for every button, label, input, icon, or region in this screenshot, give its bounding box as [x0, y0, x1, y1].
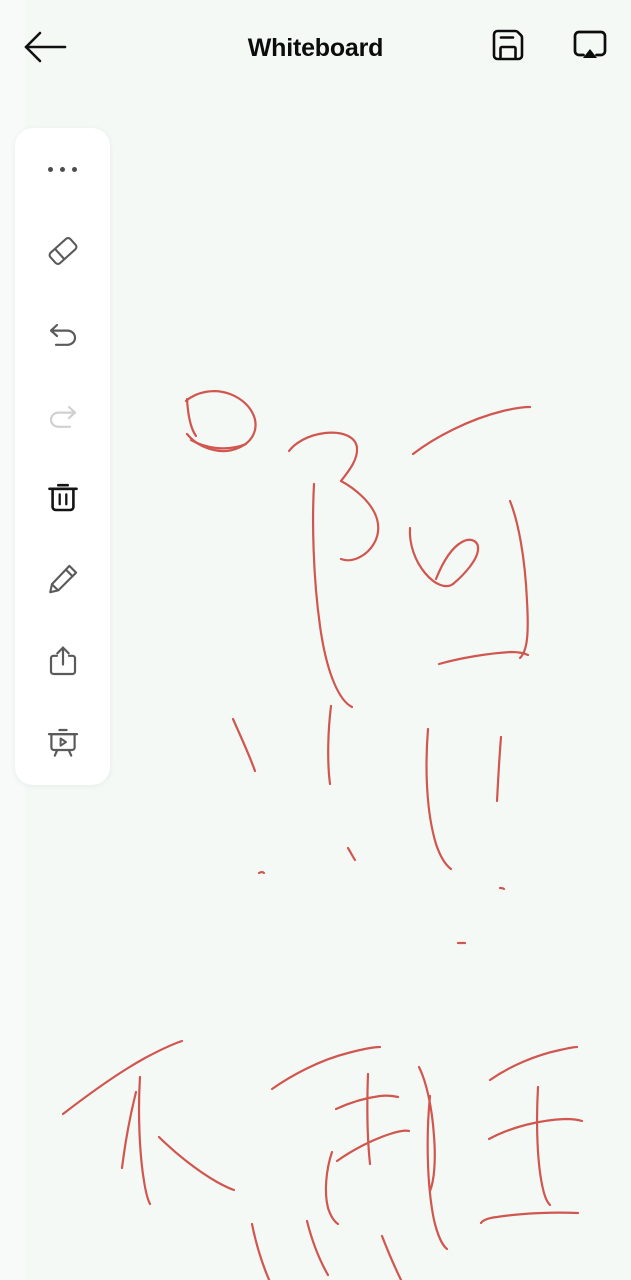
more-horizontal-icon [48, 166, 77, 172]
tool-clear-all[interactable] [15, 456, 110, 538]
tool-undo[interactable] [15, 292, 110, 374]
tool-redo[interactable] [15, 374, 110, 456]
app-header: Whiteboard [0, 0, 631, 96]
floppy-disk-save-icon [490, 27, 526, 68]
cast-button[interactable] [564, 21, 616, 73]
tool-more-options[interactable] [15, 128, 110, 210]
presentation-play-icon [46, 726, 80, 760]
save-button[interactable] [482, 21, 534, 73]
eraser-icon [46, 234, 80, 268]
airplay-cast-icon [571, 28, 609, 67]
share-upload-icon [46, 644, 80, 678]
tool-present[interactable] [15, 702, 110, 784]
pencil-icon [46, 562, 80, 596]
undo-arrow-icon [46, 316, 80, 350]
trash-icon [46, 480, 80, 514]
tool-share[interactable] [15, 620, 110, 702]
page-title: Whiteboard [247, 33, 384, 62]
tool-pen[interactable] [15, 538, 110, 620]
redo-arrow-icon [46, 398, 80, 432]
tool-panel [15, 128, 110, 785]
tool-eraser[interactable] [15, 210, 110, 292]
